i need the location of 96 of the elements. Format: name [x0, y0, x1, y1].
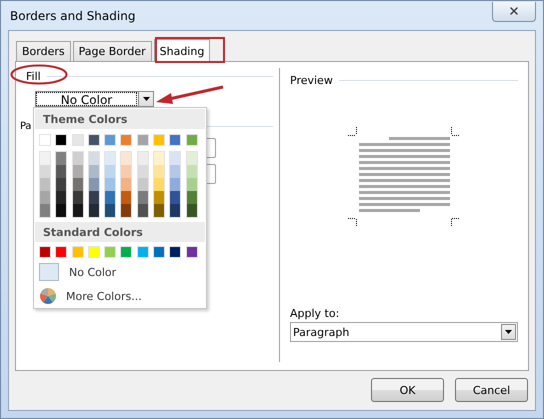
color-swatch[interactable]: [72, 165, 83, 178]
color-swatch[interactable]: [186, 178, 197, 191]
color-swatch[interactable]: [138, 152, 148, 165]
caret-icon: [505, 330, 512, 334]
color-swatch[interactable]: [88, 134, 100, 146]
color-swatch[interactable]: [154, 152, 164, 165]
color-swatch[interactable]: [72, 246, 84, 258]
color-swatch[interactable]: [154, 191, 164, 204]
menu-header: Theme Colors: [35, 109, 205, 129]
color-swatch[interactable]: [154, 204, 164, 217]
menu-item[interactable]: No Color: [69, 266, 116, 278]
color-swatch[interactable]: [170, 152, 180, 165]
color-swatch[interactable]: [186, 134, 198, 146]
color-swatch[interactable]: [121, 165, 132, 178]
color-swatch[interactable]: [120, 246, 132, 258]
window-title: Borders and Shading: [9, 8, 136, 22]
menu-header: Standard Colors: [35, 222, 205, 242]
menu-item[interactable]: More Colors...: [66, 290, 142, 302]
color-swatch[interactable]: [105, 191, 116, 204]
close-icon: [508, 5, 520, 17]
color-swatch[interactable]: [186, 204, 197, 217]
pointer-arrow: [155, 85, 225, 105]
color-swatch[interactable]: [121, 152, 132, 165]
dropdown-button[interactable]: [138, 92, 153, 106]
color-swatch[interactable]: [72, 152, 83, 165]
color-swatch[interactable]: [105, 178, 116, 191]
color-swatch[interactable]: [154, 178, 164, 191]
group-label: Pa: [20, 121, 32, 132]
color-swatch[interactable]: [88, 246, 100, 258]
tab[interactable]: Shading: [154, 39, 210, 62]
color-swatch[interactable]: [88, 178, 99, 191]
color-swatch[interactable]: [136, 246, 149, 258]
color-swatch[interactable]: [55, 246, 68, 258]
color-swatch[interactable]: [88, 165, 99, 178]
color-swatch[interactable]: [186, 191, 197, 204]
group-label: Preview: [290, 74, 333, 87]
color-swatch[interactable]: [88, 204, 99, 217]
color-swatch[interactable]: [104, 134, 116, 146]
highlight-ellipse: [10, 64, 68, 85]
color-swatch[interactable]: [105, 152, 116, 165]
close-button[interactable]: [492, 2, 536, 22]
color-swatch[interactable]: [121, 191, 132, 204]
color-swatch[interactable]: [39, 246, 51, 258]
highlight-frame: [155, 37, 225, 63]
color-swatch[interactable]: [136, 134, 149, 146]
no-color-swatch: [39, 263, 59, 281]
color-swatch[interactable]: [40, 191, 50, 204]
tab[interactable]: Page Border: [72, 41, 152, 61]
color-swatch[interactable]: [104, 246, 116, 258]
dropdown-button[interactable]: [501, 324, 516, 340]
group-label: Fill: [26, 70, 41, 83]
color-swatch[interactable]: [105, 204, 116, 217]
color-swatch[interactable]: [39, 134, 51, 146]
tab[interactable]: Borders: [16, 41, 71, 61]
color-swatch[interactable]: [56, 165, 66, 178]
color-swatch[interactable]: [138, 204, 148, 217]
color-swatch[interactable]: [153, 134, 166, 146]
color-swatch[interactable]: [56, 152, 66, 165]
color-swatch[interactable]: [55, 134, 68, 146]
color-swatch[interactable]: [170, 165, 180, 178]
dialog-button[interactable]: Cancel: [455, 378, 528, 402]
color-swatch[interactable]: [40, 165, 50, 178]
color-swatch[interactable]: [121, 204, 132, 217]
color-swatch[interactable]: [121, 178, 132, 191]
color-swatch[interactable]: [138, 165, 148, 178]
apply-to-dropdown[interactable]: Paragraph: [290, 322, 518, 342]
color-swatch[interactable]: [186, 246, 198, 258]
color-swatch[interactable]: [56, 178, 66, 191]
color-swatch[interactable]: [72, 191, 83, 204]
color-swatch[interactable]: [138, 178, 148, 191]
color-wheel-icon: [40, 288, 56, 304]
color-swatch[interactable]: [153, 246, 166, 258]
color-swatch[interactable]: [40, 204, 50, 217]
color-swatch[interactable]: [169, 134, 182, 146]
color-swatch[interactable]: [138, 191, 148, 204]
color-swatch[interactable]: [72, 134, 84, 146]
color-swatch[interactable]: [105, 165, 116, 178]
color-swatch[interactable]: [170, 204, 180, 217]
dialog-button[interactable]: OK: [371, 378, 444, 402]
apply-to-label: Apply to:: [290, 307, 340, 320]
color-swatch[interactable]: [40, 178, 50, 191]
color-swatch[interactable]: [186, 165, 197, 178]
color-swatch[interactable]: [154, 165, 164, 178]
color-swatch[interactable]: [120, 134, 132, 146]
color-swatch[interactable]: [88, 152, 99, 165]
caret-icon: [142, 97, 150, 101]
color-swatch[interactable]: [170, 191, 180, 204]
color-swatch[interactable]: [170, 178, 180, 191]
color-swatch[interactable]: [169, 246, 182, 258]
color-swatch[interactable]: [72, 204, 83, 217]
color-swatch[interactable]: [72, 178, 83, 191]
color-swatch[interactable]: [88, 191, 99, 204]
color-swatch[interactable]: [56, 204, 66, 217]
color-swatch[interactable]: [56, 191, 66, 204]
color-swatch[interactable]: [40, 152, 50, 165]
color-swatch[interactable]: [186, 152, 197, 165]
